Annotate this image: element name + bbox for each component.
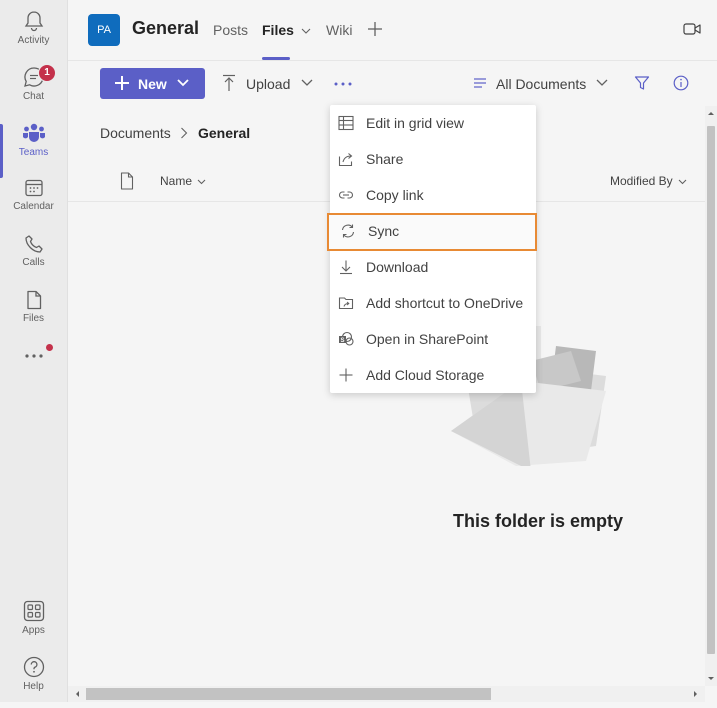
rail-apps[interactable]: Apps (0, 600, 67, 652)
rail-label: Help (23, 681, 44, 692)
more-icon (24, 354, 43, 358)
more-options-menu: Edit in grid view Share Copy link Sync D… (327, 105, 537, 393)
new-button-label: New (138, 76, 167, 92)
menu-item-label: Copy link (366, 187, 424, 203)
menu-item-label: Share (366, 151, 404, 167)
info-icon[interactable] (673, 75, 689, 91)
tab-files[interactable]: Files (262, 22, 311, 38)
channel-title: General (132, 18, 200, 38)
file-type-icon (120, 172, 134, 190)
chevron-right-icon (181, 127, 188, 139)
rail-activity[interactable]: Activity (0, 10, 67, 62)
grid-icon (338, 115, 354, 131)
help-icon (23, 656, 44, 678)
rail-label: Chat (22, 91, 45, 102)
rail-calendar[interactable]: Calendar (0, 178, 67, 230)
menu-item-add-cloud-storage[interactable]: Add Cloud Storage (330, 357, 536, 393)
rail-calls[interactable]: Calls (0, 234, 67, 286)
rail-files[interactable]: Files (0, 290, 67, 342)
phone-icon (24, 235, 43, 253)
menu-item-label: Sync (368, 223, 400, 239)
team-avatar[interactable]: PA (88, 14, 120, 46)
chevron-down-icon[interactable] (301, 79, 313, 87)
scroll-left-icon[interactable] (72, 688, 82, 700)
menu-item-label: Edit in grid view (366, 115, 465, 131)
scroll-up-icon[interactable] (705, 108, 717, 118)
menu-item-label: Download (366, 259, 429, 275)
chat-badge: 1 (38, 64, 56, 82)
sharepoint-icon: S (339, 331, 354, 346)
tab-wiki[interactable]: Wiki (326, 22, 352, 38)
chevron-down-icon (301, 28, 311, 35)
rail-label: Activity (17, 35, 50, 46)
breadcrumb-current: General (198, 125, 251, 141)
menu-item-label: Add Cloud Storage (366, 367, 485, 383)
upload-button[interactable]: Upload (246, 76, 290, 92)
column-name[interactable]: Name (160, 174, 206, 188)
filter-icon[interactable] (634, 75, 650, 91)
vertical-scroll-thumb[interactable] (707, 126, 715, 654)
vertical-scrollbar[interactable] (705, 106, 717, 686)
chevron-down-icon (197, 179, 206, 185)
tab-files-label: Files (262, 22, 294, 38)
shortcut-icon (338, 297, 354, 310)
menu-item-label: Open in SharePoint (366, 331, 489, 347)
scroll-down-icon[interactable] (705, 674, 717, 684)
list-view-icon (474, 78, 486, 88)
menu-item-add-shortcut[interactable]: Add shortcut to OneDrive (330, 285, 536, 321)
files-toolbar: New Upload All Documents (68, 60, 717, 108)
rail-more[interactable] (0, 352, 67, 376)
scroll-right-icon[interactable] (691, 688, 701, 700)
download-icon (340, 260, 352, 275)
video-call-icon[interactable] (683, 22, 701, 36)
chevron-down-icon[interactable] (596, 79, 608, 87)
menu-item-share[interactable]: Share (330, 141, 536, 177)
rail-help[interactable]: Help (0, 656, 67, 708)
notification-dot (46, 344, 53, 351)
menu-item-open-sharepoint[interactable]: S Open in SharePoint (330, 321, 536, 357)
rail-label: Teams (18, 147, 49, 158)
file-icon (26, 290, 41, 310)
new-button[interactable]: New (100, 68, 205, 99)
menu-item-sync[interactable]: Sync (327, 213, 537, 251)
sync-icon (341, 224, 355, 238)
column-modified-by[interactable]: Modified By (610, 174, 687, 188)
menu-item-download[interactable]: Download (330, 249, 536, 285)
channel-header: PA General Posts Files Wiki (68, 0, 717, 60)
rail-label: Calls (22, 257, 45, 268)
column-name-label: Name (160, 174, 193, 188)
rail-label: Files (22, 313, 45, 324)
chevron-down-icon (177, 79, 189, 87)
rail-chat[interactable]: 1 Chat (0, 64, 67, 118)
link-icon (339, 191, 353, 199)
app-rail: Activity 1 Chat Teams Calendar Calls Fil… (0, 0, 68, 702)
rail-label: Apps (22, 625, 45, 636)
add-tab-icon[interactable] (366, 20, 384, 38)
menu-item-copy-link[interactable]: Copy link (330, 177, 536, 213)
upload-icon (223, 74, 235, 91)
empty-folder-message: This folder is empty (452, 511, 624, 531)
plus-icon (339, 368, 353, 382)
share-icon (338, 153, 353, 167)
menu-item-edit-grid[interactable]: Edit in grid view (330, 105, 536, 141)
horizontal-scrollbar[interactable] (68, 686, 705, 702)
horizontal-scroll-thumb[interactable] (86, 688, 491, 700)
apps-icon (23, 600, 44, 622)
teams-icon (22, 123, 45, 142)
more-options-icon[interactable] (332, 75, 354, 93)
bell-icon (24, 11, 43, 32)
plus-icon (115, 76, 129, 90)
chevron-down-icon (678, 179, 687, 185)
menu-item-label: Add shortcut to OneDrive (366, 295, 524, 311)
column-modified-by-label: Modified By (609, 174, 673, 188)
rail-label: Calendar (13, 201, 54, 212)
svg-text:S: S (340, 338, 344, 344)
breadcrumb-documents[interactable]: Documents (100, 125, 171, 141)
rail-teams[interactable]: Teams (0, 122, 67, 178)
calendar-icon (24, 179, 43, 197)
view-selector[interactable]: All Documents (496, 76, 586, 92)
tab-posts[interactable]: Posts (213, 22, 248, 38)
